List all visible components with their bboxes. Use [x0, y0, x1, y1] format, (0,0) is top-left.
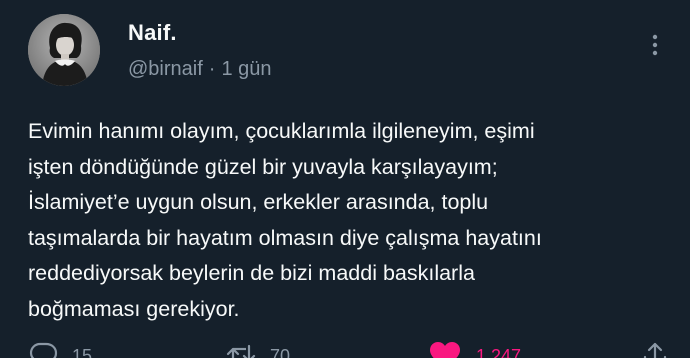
tweet-text-line: reddediyorsak beylerin de bizi maddi bas… — [28, 261, 475, 285]
tweet-time[interactable]: 1 gün — [221, 58, 271, 80]
speech-bubble-icon — [29, 342, 58, 358]
tweet-card[interactable]: Naif. @birnaif · 1 gün Evimin hanımı olayı… — [0, 0, 690, 358]
display-name[interactable]: Naif. — [128, 20, 177, 46]
meta-separator: · — [208, 58, 216, 80]
retweet-button[interactable]: 70 — [226, 340, 290, 358]
like-count: 1.247 — [476, 346, 522, 358]
vertical-dots-icon — [652, 34, 658, 56]
more-options-button[interactable] — [645, 30, 665, 60]
tweet-text-line: işten döndüğünde güzel bir yuvayla karşı… — [28, 154, 498, 179]
handle[interactable]: @birnaif — [128, 58, 203, 80]
tweet-actions: 15 70 1.247 — [0, 340, 690, 358]
reply-button[interactable]: 15 — [28, 340, 92, 358]
tweet-text-line: boğmaması gerekiyor. — [28, 296, 240, 321]
reply-count: 15 — [72, 346, 93, 358]
avatar[interactable] — [28, 14, 100, 86]
tweet-meta: @birnaif · 1 gün — [128, 58, 272, 81]
share-icon — [643, 342, 667, 358]
heart-icon — [430, 342, 460, 358]
tweet-text-line: İslamiyet’e uygun olsun, erkekler arasın… — [28, 190, 489, 214]
tweet-text: Evimin hanımı olayım, çocuklarımla ilgil… — [28, 114, 678, 327]
like-button[interactable]: 1.247 — [428, 340, 521, 358]
tweet-text-line: taşımalarda bir hayatım olmasın diye çal… — [28, 225, 542, 250]
retweet-count: 70 — [270, 346, 291, 358]
share-button[interactable] — [640, 340, 670, 358]
profile-photo-icon — [28, 14, 100, 86]
retweet-arrows-icon — [226, 344, 256, 358]
tweet-text-line: Evimin hanımı olayım, çocuklarımla ilgil… — [28, 119, 535, 143]
